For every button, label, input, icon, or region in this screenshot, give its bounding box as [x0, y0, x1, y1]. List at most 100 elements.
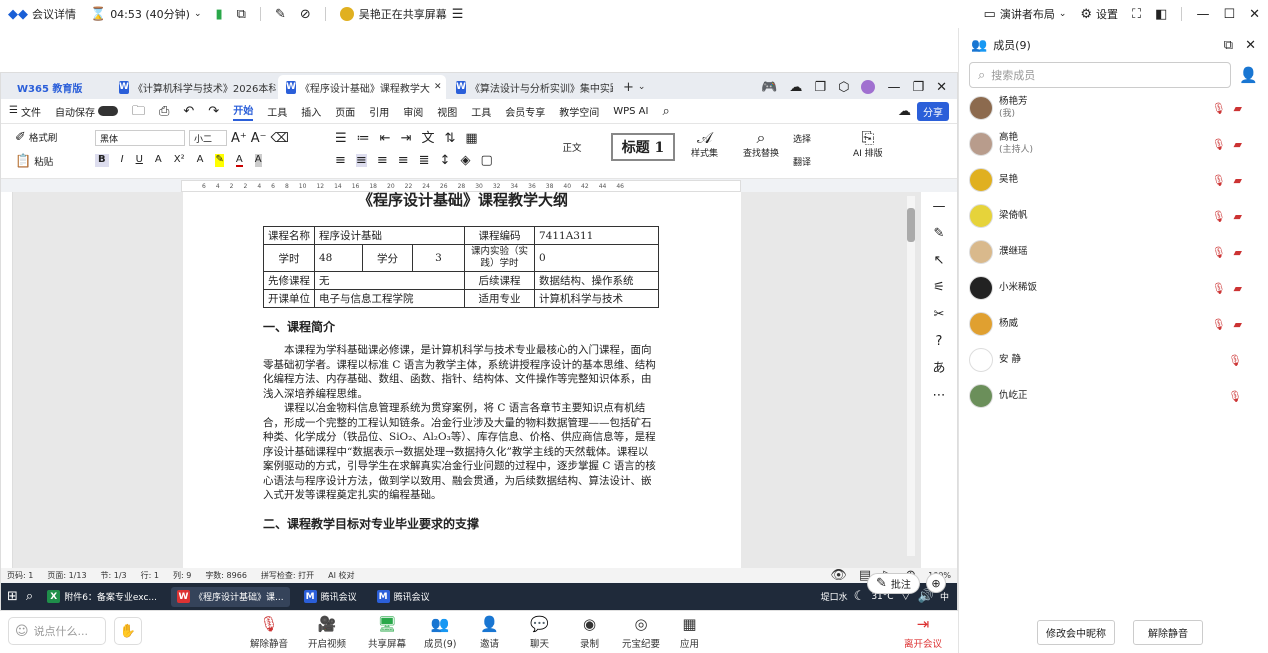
- menu-teaching[interactable]: 教学空间: [559, 104, 599, 119]
- taskbar-item[interactable]: M 腾讯会议: [371, 587, 436, 607]
- scrollbar-thumb[interactable]: [907, 208, 915, 242]
- cursor-icon[interactable]: ↖: [934, 254, 945, 267]
- highlight-button[interactable]: ✎: [215, 154, 224, 167]
- superscript-button[interactable]: X²: [174, 154, 185, 167]
- font-color-button[interactable]: A: [235, 154, 243, 167]
- record-button[interactable]: ◉ 录制: [580, 615, 599, 650]
- redo-icon[interactable]: ↷: [208, 105, 219, 118]
- translate-button[interactable]: 翻译: [793, 155, 811, 168]
- sort-icon[interactable]: ⇅: [444, 132, 455, 145]
- meeting-details-button[interactable]: ◆◆ 会议详情: [8, 6, 76, 22]
- help-icon[interactable]: ?: [936, 335, 943, 348]
- annotate-off-icon[interactable]: ✎: [275, 8, 286, 21]
- text-effect-button[interactable]: A: [197, 154, 204, 167]
- camera-off-icon[interactable]: ▰: [1234, 174, 1242, 187]
- close-tab-icon[interactable]: ✕: [434, 82, 442, 92]
- menu-review[interactable]: 审阅: [403, 104, 423, 119]
- minimize-icon[interactable]: —: [887, 81, 900, 94]
- new-tab-button[interactable]: + ⌄: [615, 75, 653, 99]
- translate-icon[interactable]: あ: [932, 362, 945, 375]
- find-replace-button[interactable]: ⌕ 查找替换: [743, 130, 779, 160]
- taskbar-item[interactable]: X 附件6：备案专业exc...: [41, 587, 163, 607]
- external-link-icon[interactable]: ⧉: [237, 8, 246, 21]
- print-icon[interactable]: ⎙: [159, 105, 169, 118]
- menu-tools-2[interactable]: 工具: [471, 104, 491, 119]
- add-user-icon[interactable]: 👤: [1239, 67, 1258, 83]
- mic-status-icon[interactable]: 🎙: [1228, 390, 1242, 403]
- game-icon[interactable]: 🎮: [761, 81, 777, 94]
- clear-format-icon[interactable]: ⌫: [271, 130, 289, 146]
- member-row[interactable]: 高艳 (主持人) 🎙 ▰: [959, 126, 1268, 162]
- camera-off-icon[interactable]: ▰: [1234, 102, 1242, 115]
- font-size-select[interactable]: 小二: [189, 130, 227, 146]
- camera-off-icon[interactable]: ▰: [1234, 282, 1242, 295]
- align-right-icon[interactable]: ≡: [377, 154, 388, 167]
- member-search-input[interactable]: ⌕ 搜索成员: [969, 62, 1232, 88]
- decrease-indent-icon[interactable]: ⇤: [380, 132, 391, 145]
- close-icon[interactable]: ✕: [1249, 8, 1260, 21]
- tab-document-2[interactable]: W 《程序设计基础》课程教学大 ✕: [278, 75, 446, 99]
- user-avatar[interactable]: [861, 80, 876, 94]
- style-normal[interactable]: 正文: [539, 130, 605, 164]
- taskbar-ime[interactable]: 中: [940, 590, 949, 603]
- document-page[interactable]: 《程序设计基础》课程教学大纲 课程名称 程序设计基础 课程编码 7411A311…: [183, 192, 741, 568]
- mic-status-icon[interactable]: 🎙: [1212, 102, 1226, 115]
- camera-off-icon[interactable]: ▰: [1234, 318, 1242, 331]
- status-proof[interactable]: AI 校对: [328, 570, 354, 581]
- presenter-layout-button[interactable]: ▭ 演讲者布局 ⌄: [984, 6, 1067, 22]
- leave-meeting-button[interactable]: ⇥ 离开会议: [904, 615, 942, 650]
- status-spell[interactable]: 拼写检查: 打开: [261, 570, 314, 581]
- style-set-button[interactable]: 𝒜 样式集: [691, 130, 718, 160]
- menu-page[interactable]: 页面: [335, 104, 355, 119]
- fullscreen-icon[interactable]: ⛶: [1132, 8, 1141, 21]
- more-icon[interactable]: ⋯: [933, 389, 946, 402]
- strikethrough-button[interactable]: A: [155, 154, 162, 167]
- chinese-layout-icon[interactable]: 文: [421, 132, 434, 145]
- unmute-all-button[interactable]: 解除静音: [1133, 620, 1203, 645]
- status-words[interactable]: 字数: 8966: [205, 570, 247, 581]
- increase-indent-icon[interactable]: ⇥: [401, 132, 412, 145]
- numbered-list-icon[interactable]: ≔: [357, 132, 370, 145]
- window-icon[interactable]: ❐: [814, 81, 826, 94]
- restore-icon[interactable]: ❐: [912, 81, 924, 94]
- taskbar-item[interactable]: M 腾讯会议: [298, 587, 363, 607]
- tab-document-3[interactable]: W 《算法设计与分析实训》集中实践: [448, 75, 613, 99]
- members-button[interactable]: 👥 成员(9): [424, 615, 456, 650]
- mic-status-icon[interactable]: 🎙: [1228, 354, 1242, 367]
- mic-status-icon[interactable]: 🎙: [1212, 138, 1226, 151]
- autosave-toggle[interactable]: 自动保存: [55, 104, 118, 119]
- cube-icon[interactable]: ⬡: [838, 81, 849, 94]
- justify-icon[interactable]: ≡: [398, 154, 409, 167]
- document-scrollbar[interactable]: [907, 196, 915, 556]
- share-screen-button[interactable]: 🖥 共享屏幕: [368, 615, 406, 650]
- eye-icon[interactable]: 👁: [830, 569, 847, 582]
- style-heading-1[interactable]: 标题 1: [611, 133, 675, 161]
- font-shrink-icon[interactable]: A⁻: [251, 130, 267, 146]
- underline-button[interactable]: U: [136, 154, 143, 167]
- wps-brand[interactable]: W365 教育版: [9, 75, 109, 99]
- yuanbao-notes-button[interactable]: ◎ 元宝纪要: [622, 615, 660, 650]
- mic-status-icon[interactable]: 🎙: [1212, 282, 1226, 295]
- meeting-timer[interactable]: ⌛ 04:53 (40分钟) ⌄: [90, 6, 202, 22]
- raise-hand-button[interactable]: ✋: [114, 617, 142, 645]
- menu-wps-ai[interactable]: WPS AI: [613, 106, 648, 117]
- share-button[interactable]: 分享: [917, 101, 949, 121]
- settings-button[interactable]: ⚙ 设置: [1080, 6, 1118, 22]
- hide-icon[interactable]: ⊘: [300, 8, 311, 21]
- cloud-sync-icon[interactable]: ☁: [898, 105, 911, 118]
- menu-insert[interactable]: 插入: [301, 104, 321, 119]
- chat-input[interactable]: ☺ 说点什么...: [8, 617, 106, 645]
- popout-icon[interactable]: ⧉: [1224, 39, 1233, 52]
- align-center-icon[interactable]: ≡: [355, 154, 367, 167]
- minus-icon[interactable]: —: [933, 200, 946, 213]
- member-row[interactable]: 仇屹正 🎙: [959, 378, 1268, 414]
- taskbar-item[interactable]: W 《程序设计基础》课...: [171, 586, 290, 607]
- minimize-icon[interactable]: —: [1196, 8, 1209, 21]
- italic-button[interactable]: I: [121, 154, 124, 167]
- bullet-list-icon[interactable]: ☰: [335, 132, 347, 145]
- zoom-in-button[interactable]: ⊕: [926, 573, 946, 593]
- close-icon[interactable]: ✕: [936, 81, 947, 94]
- font-grow-icon[interactable]: A⁺: [231, 130, 247, 146]
- signal-icon[interactable]: ▮: [216, 8, 223, 21]
- cloud-icon[interactable]: ☁: [789, 81, 802, 94]
